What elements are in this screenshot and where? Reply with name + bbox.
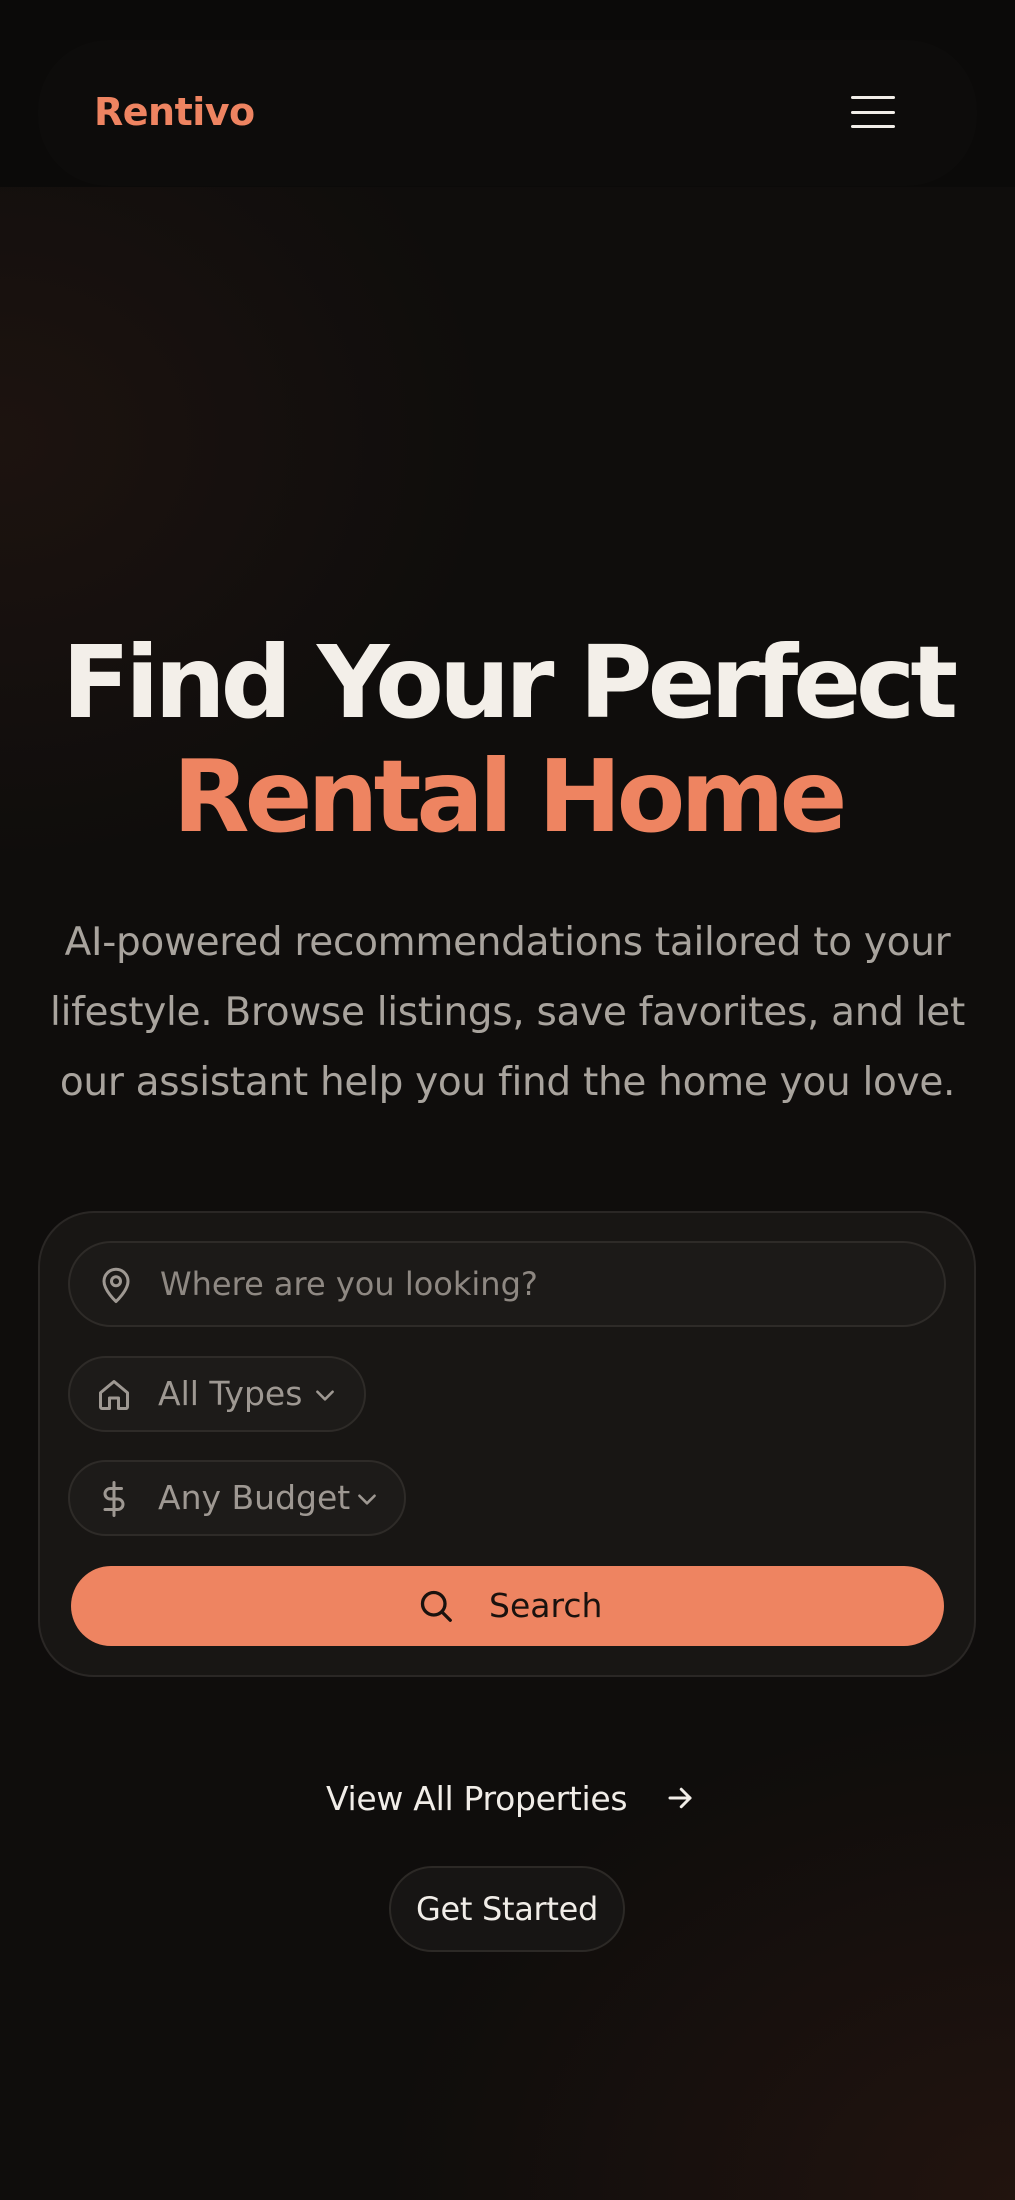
hero-title: Find Your Perfect Rental Home	[0, 626, 1015, 854]
property-type-label: All Types	[158, 1374, 303, 1413]
dollar-icon	[103, 1481, 125, 1517]
search-icon	[420, 1590, 452, 1622]
home-icon	[99, 1380, 129, 1410]
hero-title-line2: Rental Home	[172, 738, 848, 855]
budget-dropdown[interactable]: Any Budget	[68, 1460, 406, 1536]
hero-title-line1: Find Your Perfect	[61, 624, 958, 741]
chevron-down-icon	[316, 1390, 334, 1401]
hamburger-menu-icon[interactable]	[851, 92, 895, 132]
search-button-label: Search	[489, 1586, 603, 1625]
map-pin-icon	[102, 1267, 130, 1303]
view-all-label: View All Properties	[326, 1778, 628, 1818]
search-button[interactable]: Search	[71, 1566, 944, 1646]
property-type-dropdown[interactable]: All Types	[68, 1356, 366, 1432]
get-started-button[interactable]: Get Started	[389, 1866, 625, 1952]
budget-label: Any Budget	[158, 1478, 351, 1517]
brand-logo[interactable]: Rentivo	[94, 90, 255, 134]
arrow-right-icon	[668, 1787, 692, 1809]
location-search-input[interactable]	[160, 1256, 920, 1312]
chevron-down-icon	[358, 1494, 376, 1505]
get-started-label: Get Started	[415, 1890, 599, 1928]
hero-subtitle: AI-powered recommendations tailored to y…	[50, 920, 965, 1105]
view-all-properties-link[interactable]: View All Properties	[326, 1770, 695, 1826]
